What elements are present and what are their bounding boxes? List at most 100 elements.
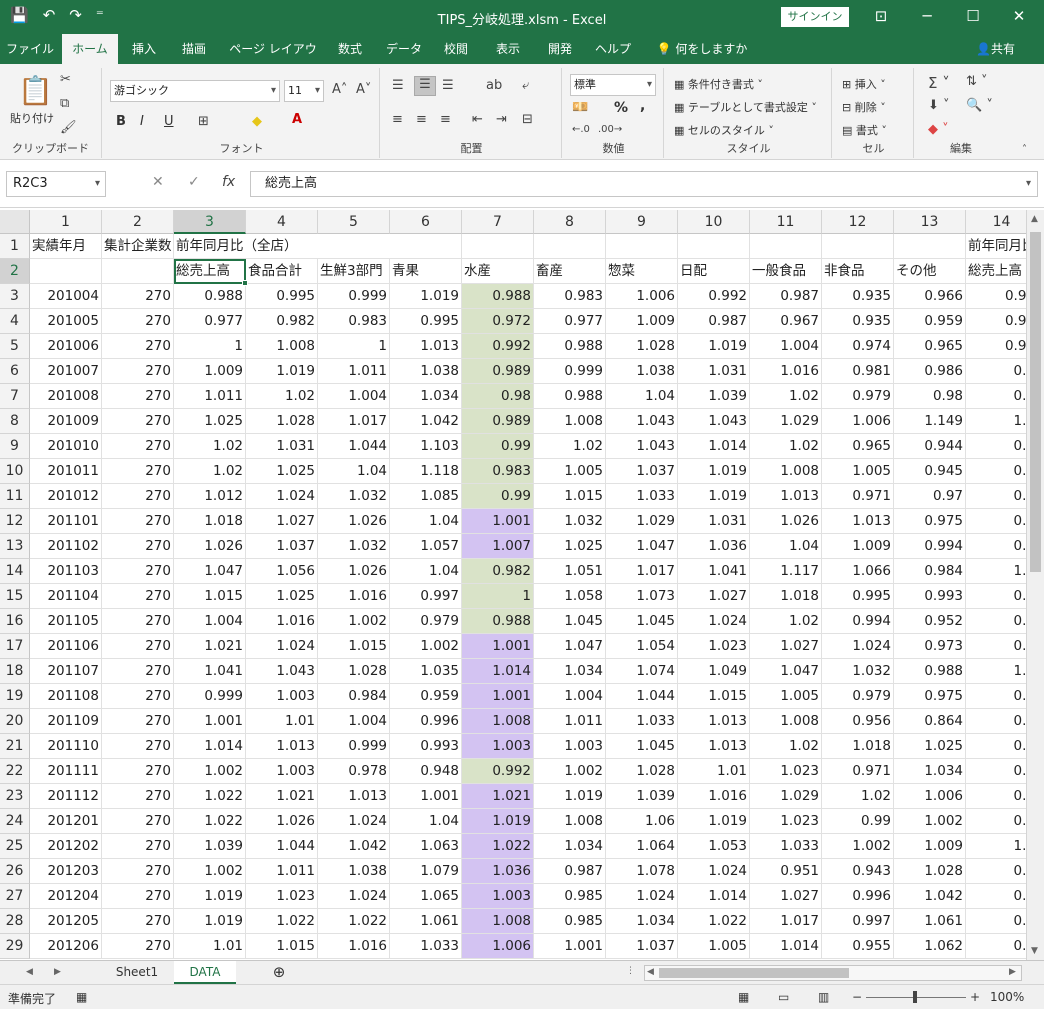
table-cell[interactable]: 1.0 xyxy=(966,409,1026,434)
table-cell[interactable]: 270 xyxy=(102,934,174,959)
header-cell[interactable]: その他 xyxy=(894,259,966,284)
table-cell[interactable]: 1.017 xyxy=(750,909,822,934)
table-cell[interactable]: 0.997 xyxy=(390,584,462,609)
table-cell[interactable]: 1.064 xyxy=(606,834,678,859)
header-cell[interactable]: 総売上高 xyxy=(174,259,246,284)
page-layout-view-icon[interactable]: ▭ xyxy=(778,990,789,1004)
table-cell[interactable]: 1.026 xyxy=(174,534,246,559)
table-cell[interactable]: 0.993 xyxy=(390,734,462,759)
table-cell[interactable]: 0.999 xyxy=(534,359,606,384)
table-cell[interactable]: 270 xyxy=(102,734,174,759)
comma-button[interactable]: , xyxy=(640,98,645,114)
header-cell[interactable]: 非食品 xyxy=(822,259,894,284)
column-header[interactable]: 6 xyxy=(390,210,462,234)
table-cell[interactable]: 1.018 xyxy=(750,584,822,609)
close-button[interactable]: ✕ xyxy=(1004,5,1034,29)
table-cell[interactable]: 0.999 xyxy=(318,284,390,309)
ribbon-display-icon[interactable]: ⊡ xyxy=(866,5,896,29)
vertical-scroll-thumb[interactable] xyxy=(1030,232,1041,572)
table-cell[interactable]: 1.002 xyxy=(894,809,966,834)
table-cell[interactable]: 0.952 xyxy=(894,609,966,634)
table-cell[interactable]: 1 xyxy=(174,334,246,359)
row-header[interactable]: 27 xyxy=(0,884,30,909)
column-header[interactable]: 8 xyxy=(534,210,606,234)
table-cell[interactable]: 0.983 xyxy=(534,284,606,309)
table-cell[interactable]: 0.98 xyxy=(966,284,1026,309)
table-cell[interactable]: 1.103 xyxy=(390,434,462,459)
table-cell[interactable]: 201007 xyxy=(30,359,102,384)
table-cell[interactable]: 0.98 xyxy=(966,334,1026,359)
table-cell[interactable]: 270 xyxy=(102,859,174,884)
table-cell[interactable]: 1.06 xyxy=(606,809,678,834)
table-cell[interactable]: 1.032 xyxy=(822,659,894,684)
table-cell[interactable]: 0.977 xyxy=(534,309,606,334)
maximize-button[interactable]: ☐ xyxy=(958,5,988,29)
align-center-icon[interactable]: ≡ xyxy=(416,112,427,127)
sheet-tab-data[interactable]: DATA xyxy=(174,961,236,984)
tab-view[interactable]: 表示 xyxy=(488,34,528,64)
collapse-ribbon-icon[interactable]: ˄ xyxy=(1022,144,1027,155)
table-cell[interactable]: 201006 xyxy=(30,334,102,359)
table-cell[interactable]: 1.043 xyxy=(606,409,678,434)
align-top-icon[interactable]: ☰ xyxy=(392,78,404,93)
scroll-right-icon[interactable]: ▶ xyxy=(1009,967,1016,977)
tab-file[interactable]: ファイル xyxy=(4,34,56,64)
formula-input[interactable]: 総売上高 xyxy=(250,171,1038,197)
row-header[interactable]: 20 xyxy=(0,709,30,734)
table-cell[interactable]: 1.011 xyxy=(318,359,390,384)
table-cell[interactable]: 1.028 xyxy=(318,659,390,684)
table-cell[interactable]: 201204 xyxy=(30,884,102,909)
table-cell[interactable]: 1.018 xyxy=(822,734,894,759)
table-cell[interactable]: 0.864 xyxy=(894,709,966,734)
table-cell[interactable]: 0.9 xyxy=(966,634,1026,659)
table-cell[interactable]: 0.9 xyxy=(966,609,1026,634)
header-cell[interactable] xyxy=(606,234,678,259)
table-cell[interactable]: 1.023 xyxy=(246,884,318,909)
table-cell[interactable]: 0.956 xyxy=(822,709,894,734)
cut-icon[interactable]: ✂ xyxy=(60,72,71,87)
table-cell[interactable]: 1.005 xyxy=(678,934,750,959)
tab-draw[interactable]: 描画 xyxy=(172,34,216,64)
table-cell[interactable]: 1.02 xyxy=(750,734,822,759)
table-cell[interactable]: 0.997 xyxy=(822,909,894,934)
table-cell[interactable]: 270 xyxy=(102,309,174,334)
table-cell[interactable]: 1.0 xyxy=(966,834,1026,859)
table-cell[interactable]: 270 xyxy=(102,434,174,459)
table-cell[interactable]: 1.039 xyxy=(678,384,750,409)
table-cell[interactable]: 1.002 xyxy=(174,759,246,784)
table-cell[interactable]: 201107 xyxy=(30,659,102,684)
table-cell[interactable]: 1.002 xyxy=(534,759,606,784)
table-cell[interactable]: 270 xyxy=(102,459,174,484)
table-cell[interactable]: 270 xyxy=(102,709,174,734)
table-cell[interactable]: 1.003 xyxy=(246,759,318,784)
table-cell[interactable]: 1.021 xyxy=(246,784,318,809)
table-cell[interactable]: 1.043 xyxy=(246,659,318,684)
table-cell[interactable]: 201110 xyxy=(30,734,102,759)
column-header[interactable]: 2 xyxy=(102,210,174,234)
table-cell[interactable]: 0.9 xyxy=(966,759,1026,784)
table-cell[interactable]: 1.045 xyxy=(534,609,606,634)
table-cell[interactable]: 1.018 xyxy=(174,509,246,534)
table-cell[interactable]: 1.019 xyxy=(534,784,606,809)
decrease-decimal-icon[interactable]: .00→ xyxy=(598,124,622,135)
table-cell[interactable]: 1.001 xyxy=(174,709,246,734)
minimize-button[interactable]: ─ xyxy=(912,5,942,29)
table-cell[interactable]: 1.015 xyxy=(174,584,246,609)
table-cell[interactable]: 0.971 xyxy=(822,484,894,509)
table-cell[interactable]: 1.034 xyxy=(894,759,966,784)
table-cell[interactable]: 0.984 xyxy=(318,684,390,709)
table-cell[interactable]: 1.028 xyxy=(894,859,966,884)
orientation-icon[interactable]: ab xyxy=(486,78,502,93)
table-cell[interactable]: 0.943 xyxy=(822,859,894,884)
table-cell[interactable]: 1.038 xyxy=(390,359,462,384)
table-cell[interactable]: 0.995 xyxy=(390,309,462,334)
table-cell[interactable]: 1.026 xyxy=(246,809,318,834)
table-cell[interactable]: 1.023 xyxy=(750,759,822,784)
table-cell[interactable]: 270 xyxy=(102,784,174,809)
table-cell[interactable]: 0.996 xyxy=(822,884,894,909)
header-cell[interactable]: 実績年月 xyxy=(30,234,102,259)
table-cell[interactable]: 1.0 xyxy=(966,659,1026,684)
table-cell[interactable]: 0.973 xyxy=(894,634,966,659)
table-cell[interactable]: 1.041 xyxy=(174,659,246,684)
cell-styles-button[interactable]: ▦ セルのスタイル ˅ xyxy=(674,122,774,138)
